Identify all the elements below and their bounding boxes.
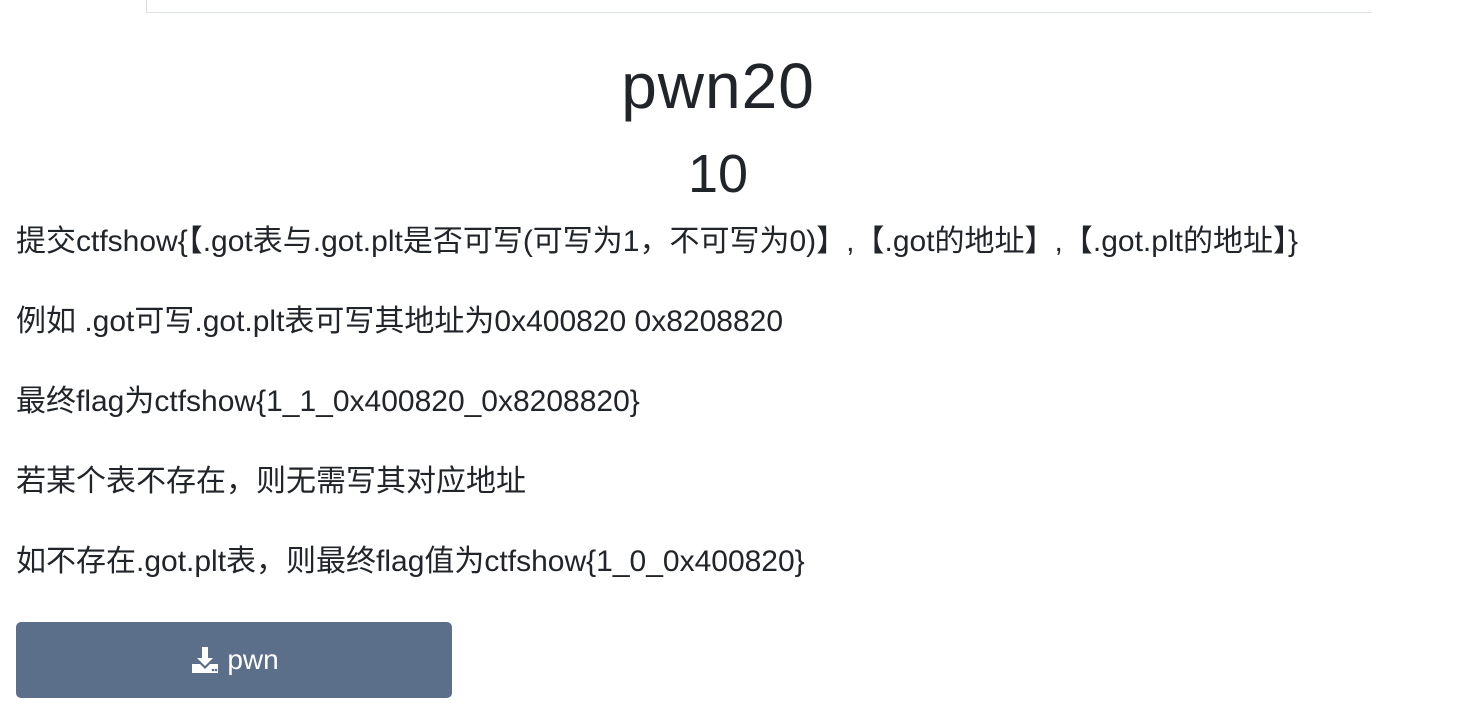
description-line: 若某个表不存在，则无需写其对应地址	[16, 465, 526, 498]
tab-rule	[147, 12, 1372, 13]
tab-strip	[18, 0, 1372, 13]
challenge-title: pwn20	[621, 50, 815, 122]
description-line: 最终flag为ctfshow{1_1_0x400820_0x8208820}	[16, 385, 640, 418]
challenge-points: 10	[687, 144, 749, 204]
download-label: pwn	[227, 644, 279, 675]
tab-active[interactable]	[18, 0, 146, 13]
description-line: 例如 .got可写.got.plt表可写其地址为0x400820 0x82088…	[16, 305, 784, 338]
download-file-button[interactable]: pwn	[16, 622, 452, 698]
description-line: 提交ctfshow{【.got表与.got.plt是否可写(可写为1，不可写为0…	[16, 225, 1298, 258]
description-line: 如不存在.got.plt表，则最终flag值为ctfshow{1_0_0x400…	[16, 545, 805, 578]
challenge-description: 提交ctfshow{【.got表与.got.plt是否可写(可写为1，不可写为0…	[16, 224, 1436, 624]
download-icon	[189, 644, 221, 676]
